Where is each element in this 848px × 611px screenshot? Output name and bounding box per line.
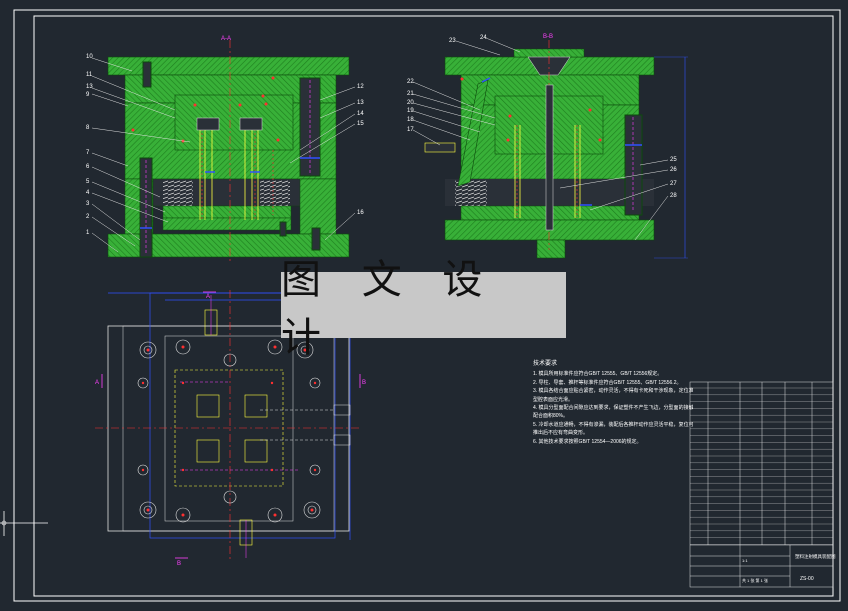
sheet: 共 1 张 第 1 张 [742, 577, 768, 583]
drawing-number: ZS-00 [800, 576, 814, 582]
callout: 4 [86, 190, 90, 196]
watermark-text: 图 文 设 计 [281, 257, 497, 361]
callout: 23 [449, 38, 456, 44]
section-title-a: A-A [221, 36, 231, 42]
notes-line: 2. 导柱、导套、推杆等标准件应符合GB/T 12555、GB/T 12556.… [533, 379, 682, 386]
cad-drawing-canvas: A-A 10 11 13 9 8 7 6 5 4 3 2 1 12 13 14 … [0, 0, 848, 611]
callout: 17 [407, 127, 414, 133]
callout: 13 [86, 84, 93, 90]
notes-line: 推出后不应有弯曲变形。 [533, 430, 589, 437]
callout: 7 [86, 150, 90, 156]
callout: 20 [407, 100, 414, 106]
notes-line: 5. 冷却水道应通畅，不得有渗漏，装配后各推杆动作应灵活平稳，复位可靠， [533, 421, 693, 428]
callout: 18 [407, 117, 414, 123]
callout: 5 [86, 179, 90, 185]
scale: 1:1 [742, 558, 748, 563]
callout: 14 [357, 111, 364, 117]
callout: 27 [670, 181, 677, 187]
callout: 24 [480, 35, 487, 41]
callout: 8 [86, 125, 90, 131]
callout: 22 [407, 79, 414, 85]
title-block-rows [690, 387, 833, 545]
section-view-a: A-A [91, 36, 356, 262]
notes-line: 6. 其他技术要求按照GB/T 12554—2006的规定。 [533, 438, 642, 445]
callout: 12 [357, 84, 364, 90]
plan-cut-b: B [362, 380, 366, 386]
callout: 10 [86, 54, 93, 60]
callout: 1 [86, 230, 90, 236]
notes-line: 1. 模具所用标准件应符合GB/T 12555、GB/T 12556规定。 [533, 371, 663, 378]
notes-line: 型腔表面应光滑。 [533, 396, 574, 403]
callout: 26 [670, 167, 677, 173]
drawing-name: 塑料注射模具装配图 [795, 553, 836, 560]
callout: 16 [357, 210, 364, 216]
plan-cut-b2: B [177, 561, 181, 567]
notes-title: 技术要求 [533, 361, 558, 367]
section-view-b: B-B [412, 34, 688, 259]
callout: 13 [357, 100, 364, 106]
callout: 25 [670, 157, 677, 163]
notes-line: 3. 模具各结合面应贴合紧密，动作灵活，不得有卡死和干涉现象，定位准确。 [533, 388, 693, 395]
callout: 19 [407, 108, 414, 114]
technical-notes: 技术要求 1. 模具所用标准件应符合GB/T 12555、GB/T 12556规… [533, 360, 693, 446]
callout: 28 [670, 193, 677, 199]
callout: 15 [357, 121, 364, 127]
plan-cut-a2: A [206, 294, 210, 300]
notes-line: 配合面积80%。 [533, 413, 569, 420]
section-title-b: B-B [543, 34, 553, 40]
callout: 3 [86, 201, 90, 207]
callout: 2 [86, 214, 90, 220]
callout: 11 [86, 72, 93, 78]
callout: 6 [86, 164, 90, 170]
callout: 21 [407, 91, 414, 97]
callout: 9 [86, 92, 90, 98]
watermark-banner: 图 文 设 计 [281, 257, 566, 361]
notes-line: 4. 模具分型面配合间隙应达到要求，保证塑件不产生飞边，分型面的接触面积不小于 [533, 405, 693, 412]
plan-cut-a: A [95, 380, 99, 386]
